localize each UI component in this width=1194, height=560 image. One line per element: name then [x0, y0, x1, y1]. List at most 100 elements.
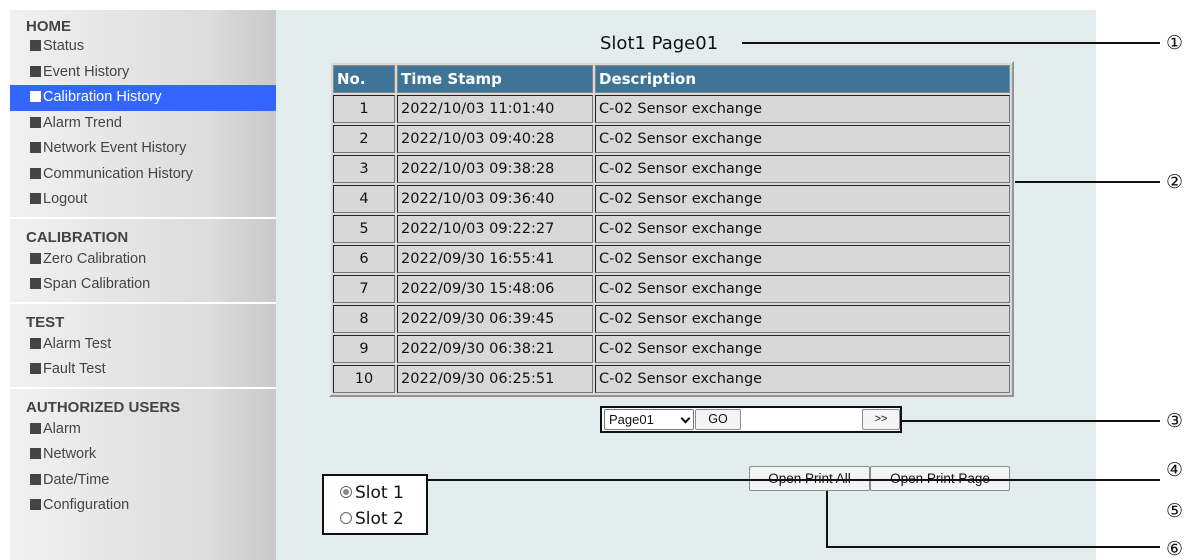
square-bullet-icon [30, 422, 41, 434]
sidebar-item-label: Calibration History [43, 89, 162, 105]
sidebar-section: AUTHORIZED USERS Alarm Network Date/Time Con… [10, 389, 276, 523]
sidebar-item-network[interactable]: Network [10, 442, 276, 468]
sidebar-item-label: Configuration [43, 497, 130, 513]
column-header-time-stamp: Time Stamp [397, 65, 593, 93]
slot-radio-group: Slot 1 Slot 2 [322, 474, 428, 535]
next-page-button[interactable]: >> [862, 409, 900, 430]
square-bullet-icon [30, 65, 41, 77]
sidebar-item-span-calibration[interactable]: Span Calibration [10, 272, 276, 298]
cell-time-stamp: 2022/09/30 15:48:06 [397, 275, 593, 303]
sidebar-section: TEST Alarm Test Fault Test [10, 304, 276, 389]
table-row: 4 2022/10/03 09:36:40 C-02 Sensor exchange [333, 185, 1010, 213]
square-bullet-icon [30, 167, 41, 179]
sidebar-item-alarm-trend[interactable]: Alarm Trend [10, 111, 276, 137]
square-bullet-icon [30, 116, 41, 128]
table-row: 9 2022/09/30 06:38:21 C-02 Sensor exchange [333, 335, 1010, 363]
cell-no: 4 [333, 185, 395, 213]
page-title: Slot1 Page01 [600, 33, 719, 54]
column-header-no: No. [333, 65, 395, 93]
sidebar-item-date-time[interactable]: Date/Time [10, 468, 276, 494]
cell-no: 8 [333, 305, 395, 333]
sidebar-item-label: Network [43, 446, 97, 462]
callout-line-5 [1010, 479, 1160, 481]
slot-2-radio[interactable]: Slot 2 [340, 509, 404, 529]
cell-no: 5 [333, 215, 395, 243]
table-row: 2 2022/10/03 09:40:28 C-02 Sensor exchange [333, 125, 1010, 153]
sidebar-item-network-event-history[interactable]: Network Event History [10, 136, 276, 162]
table-row: 3 2022/10/03 09:38:28 C-02 Sensor exchange [333, 155, 1010, 183]
sidebar-item-zero-calibration[interactable]: Zero Calibration [10, 247, 276, 273]
slot-1-label: Slot 1 [355, 483, 404, 503]
table-row: 10 2022/09/30 06:25:51 C-02 Sensor exchang… [333, 365, 1010, 393]
sidebar-section-title: CALIBRATION [26, 228, 129, 246]
sidebar-item-fault-test[interactable]: Fault Test [10, 357, 276, 383]
callout-marker-3: ③ [1166, 410, 1184, 432]
cell-description: C-02 Sensor exchange [595, 305, 1010, 333]
sidebar-item-communication-history[interactable]: Communication History [10, 162, 276, 188]
calibration-history-table: No. Time Stamp Description 1 2022/10/03 1… [329, 61, 1014, 397]
cell-description: C-02 Sensor exchange [595, 155, 1010, 183]
sidebar-item-label: Date/Time [43, 471, 110, 488]
callout-marker-4: ④ [1166, 459, 1184, 481]
square-bullet-icon [30, 337, 41, 349]
cell-description: C-02 Sensor exchange [595, 185, 1010, 213]
callout-line-6-vertical [826, 491, 828, 548]
square-bullet-icon [30, 278, 41, 289]
cell-no: 7 [333, 275, 395, 303]
callout-marker-6: ⑥ [1166, 538, 1184, 560]
cell-description: C-02 Sensor exchange [595, 335, 1010, 363]
sidebar-item-label: Status [43, 38, 85, 54]
callout-line-2 [1015, 181, 1160, 183]
cell-time-stamp: 2022/09/30 06:38:21 [397, 335, 593, 363]
sidebar-section-title: TEST [26, 313, 65, 331]
go-button[interactable]: GO [695, 409, 741, 430]
callout-marker-2: ② [1166, 171, 1184, 193]
sidebar-section-title: HOME [26, 18, 71, 35]
sidebar-item-label: Communication History [43, 165, 193, 182]
pagination-controls: Page01 GO >> [600, 406, 902, 433]
slot-1-radio[interactable]: Slot 1 [340, 483, 404, 503]
table-row: 5 2022/10/03 09:22:27 C-02 Sensor exchange [333, 215, 1010, 243]
cell-description: C-02 Sensor exchange [595, 95, 1010, 123]
sidebar-item-label: Network Event History [43, 140, 187, 156]
cell-description: C-02 Sensor exchange [595, 365, 1010, 393]
cell-time-stamp: 2022/09/30 16:55:41 [397, 245, 593, 273]
sidebar-item-label: Span Calibration [43, 276, 151, 292]
square-bullet-icon [30, 252, 41, 264]
cell-time-stamp: 2022/09/30 06:25:51 [397, 365, 593, 393]
cell-time-stamp: 2022/10/03 11:01:40 [397, 95, 593, 123]
sidebar-item-label: Alarm Trend [43, 114, 122, 131]
sidebar-item-logout[interactable]: Logout [10, 187, 276, 213]
sidebar-item-event-history[interactable]: Event History [10, 60, 276, 86]
square-bullet-icon [30, 473, 41, 485]
sidebar-item-label: Fault Test [43, 361, 106, 377]
column-header-description: Description [595, 65, 1010, 93]
table-row: 6 2022/09/30 16:55:41 C-02 Sensor exchange [333, 245, 1010, 273]
callout-line-1 [742, 42, 1160, 44]
sidebar-item-status[interactable]: Status [10, 34, 276, 60]
cell-no: 3 [333, 155, 395, 183]
slot-2-label: Slot 2 [355, 509, 404, 529]
sidebar-item-calibration-history[interactable]: Calibration History [10, 85, 276, 111]
sidebar-nav: HOME Status Event History Calibration Histo… [10, 10, 276, 560]
cell-time-stamp: 2022/10/03 09:22:27 [397, 215, 593, 243]
sidebar-section-title: AUTHORIZED USERS [26, 398, 181, 416]
square-bullet-icon [30, 40, 41, 51]
square-bullet-icon [30, 499, 41, 510]
sidebar-item-label: Alarm Test [43, 335, 112, 352]
cell-time-stamp: 2022/10/03 09:40:28 [397, 125, 593, 153]
cell-time-stamp: 2022/10/03 09:36:40 [397, 185, 593, 213]
page-select-value: Page01 [609, 412, 654, 427]
sidebar-item-configuration[interactable]: Configuration [10, 493, 276, 519]
sidebar-section: CALIBRATION Zero Calibration Span Calibrat… [10, 219, 276, 304]
callout-line-6-horizontal [826, 546, 1160, 548]
cell-no: 9 [333, 335, 395, 363]
sidebar-item-alarm[interactable]: Alarm [10, 417, 276, 443]
sidebar-item-alarm-test[interactable]: Alarm Test [10, 332, 276, 358]
square-bullet-icon [30, 363, 41, 374]
page-select-dropdown[interactable]: Page01 [604, 409, 694, 430]
table-row: 1 2022/10/03 11:01:40 C-02 Sensor exchange [333, 95, 1010, 123]
sidebar-item-label: Event History [43, 63, 130, 80]
cell-time-stamp: 2022/09/30 06:39:45 [397, 305, 593, 333]
table-row: 7 2022/09/30 15:48:06 C-02 Sensor exchange [333, 275, 1010, 303]
